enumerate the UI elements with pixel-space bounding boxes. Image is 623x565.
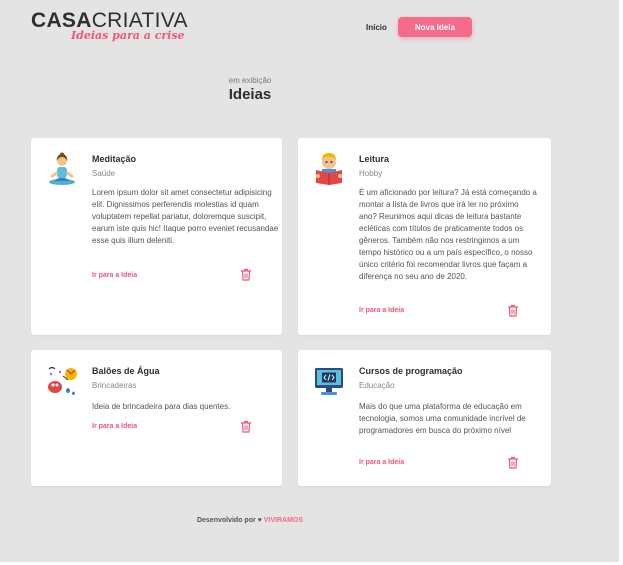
idea-title: Balões de Água <box>92 366 160 376</box>
idea-card-baloes-de-agua: Balões de Água Brincadeiras Ideia de bri… <box>31 350 282 486</box>
idea-card-meditacao: Meditação Saúde Lorem ipsum dolor sit am… <box>31 138 282 335</box>
idea-title: Leitura <box>359 154 390 164</box>
idea-card-cursos-de-programacao: Cursos de programação Educação Mais do q… <box>298 350 551 486</box>
idea-description: Lorem ipsum dolor sit amet consectetur a… <box>92 188 279 245</box>
idea-category: Educação <box>359 381 395 390</box>
logo-tagline: Ideias para a crise <box>71 29 185 42</box>
idea-link[interactable]: Ir para a Ideia <box>359 459 404 466</box>
idea-description: Ideia de brincadeira para dias quentes. <box>92 402 231 411</box>
idea-category: Hobby <box>359 169 383 178</box>
meditation-icon <box>49 152 75 185</box>
heart-icon: ♥ <box>257 517 262 524</box>
main-nav: Início Nova Ideia <box>366 17 472 37</box>
site-header: CASACRIATIVA Ideias para a crise Início … <box>0 0 623 50</box>
idea-category: Saúde <box>92 169 116 178</box>
idea-title: Cursos de programação <box>359 366 463 376</box>
section-subtitle: em exibição <box>228 76 272 85</box>
site-footer: Desenvolvido por ♥ VIVIRAMOS <box>0 517 500 524</box>
idea-description: É um aficionado por leitura? Já está com… <box>359 188 537 281</box>
logo[interactable]: CASACRIATIVA Ideias para a crise <box>31 10 188 43</box>
nav-home-link[interactable]: Início <box>366 23 387 32</box>
section-title: Ideias <box>228 86 272 103</box>
idea-title: Meditação <box>92 154 137 164</box>
new-idea-button[interactable]: Nova Ideia <box>397 17 472 37</box>
footer-brand-link[interactable]: VIVIRAMOS <box>264 517 303 524</box>
idea-description: Mais do que uma plataforma de educação e… <box>359 402 526 435</box>
idea-link[interactable]: Ir para a Ideia <box>92 423 137 430</box>
trash-icon[interactable] <box>507 456 519 469</box>
trash-icon[interactable] <box>240 420 252 433</box>
reading-icon <box>316 153 342 185</box>
page-frame-right <box>619 0 623 565</box>
trash-icon[interactable] <box>507 304 519 317</box>
footer-prefix: Desenvolvido por <box>196 517 256 524</box>
idea-link[interactable]: Ir para a Ideia <box>92 272 137 279</box>
programming-icon <box>315 368 343 395</box>
idea-link[interactable]: Ir para a Ideia <box>359 307 404 314</box>
ideas-section-heading: em exibição Ideias <box>0 76 500 103</box>
water-balloons-icon <box>48 366 77 395</box>
idea-card-leitura: Leitura Hobby É um aficionado por leitur… <box>298 138 551 335</box>
trash-icon[interactable] <box>240 268 252 281</box>
idea-category: Brincadeiras <box>92 381 137 390</box>
